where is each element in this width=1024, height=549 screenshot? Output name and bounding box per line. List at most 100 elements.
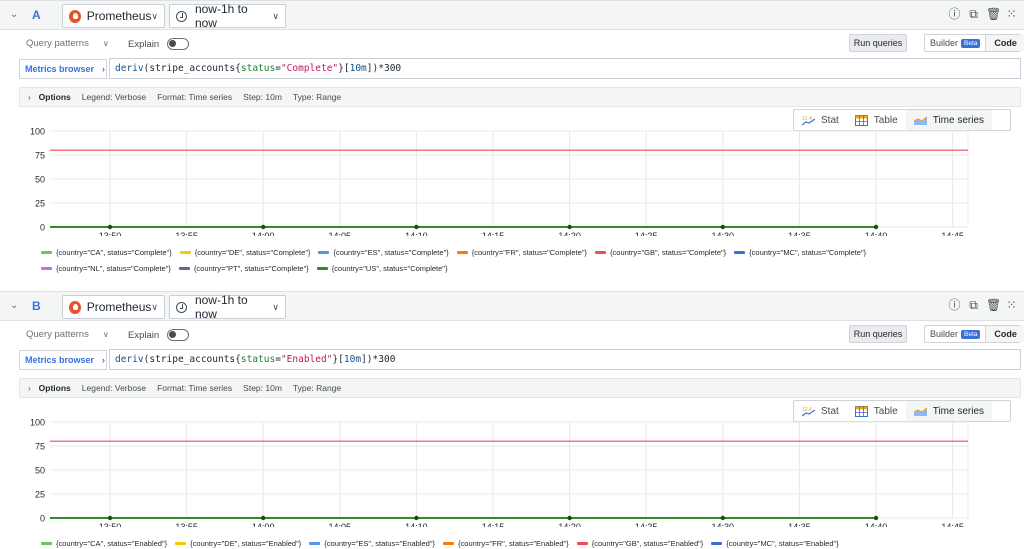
beta-badge: Beta xyxy=(961,329,981,339)
explain-toggle[interactable] xyxy=(167,38,190,50)
time-range-label: now-1h to now xyxy=(194,293,248,321)
duplicate-icon[interactable]: ⧉ xyxy=(967,8,980,21)
y-tick-label: 25 xyxy=(35,199,45,209)
stat-icon: 12.4 xyxy=(802,116,815,125)
y-tick-label: 100 xyxy=(30,418,45,428)
editor-mode-toggle: Builder Beta Code xyxy=(924,325,1024,343)
expr-range: 10m xyxy=(343,354,362,365)
legend-item[interactable]: {country="MC", status="Complete"} xyxy=(734,248,866,257)
query-patterns-dropdown[interactable]: Query patterns ∨ xyxy=(26,38,109,49)
query-ref-id[interactable]: A xyxy=(32,8,41,22)
code-mode-button[interactable]: Code xyxy=(985,35,1024,51)
x-tick-label: 13:55 xyxy=(175,231,198,236)
beta-badge: Beta xyxy=(961,38,981,48)
datasource-picker[interactable]: Prometheus ∨ xyxy=(62,295,165,319)
explain-switch[interactable]: Explain xyxy=(128,329,190,341)
x-tick-label: 13:55 xyxy=(175,522,198,527)
time-range-picker[interactable]: now-1h to now ∨ xyxy=(169,2,286,30)
legend-item[interactable]: {country="NL", status="Complete"} xyxy=(41,264,171,273)
duplicate-icon[interactable]: ⧉ xyxy=(967,299,980,312)
table-icon xyxy=(854,405,868,417)
legend-item[interactable]: {country="GB", status="Complete"} xyxy=(595,248,726,257)
y-tick-label: 25 xyxy=(35,490,45,500)
x-tick-label: 14:40 xyxy=(865,231,888,236)
editor-mode-toggle: Builder Beta Code xyxy=(924,34,1024,52)
legend-label: {country="GB", status="Enabled"} xyxy=(591,538,704,548)
option-legend: Legend: Verbose xyxy=(81,92,147,102)
query-options-bar[interactable]: › Options Legend: Verbose Format: Time seri… xyxy=(19,378,1021,398)
metrics-browser-label: Metrics browser xyxy=(25,355,95,365)
legend-item[interactable]: {country="FR", status="Complete"} xyxy=(456,248,587,257)
legend-item[interactable]: {country="MC", status="Enabled"} xyxy=(711,538,839,548)
drag-handle-icon[interactable]: ⁙ xyxy=(1005,299,1018,312)
help-icon[interactable]: ⓘ xyxy=(948,299,961,312)
legend-color-swatch xyxy=(178,266,190,270)
code-mode-button[interactable]: Code xyxy=(985,326,1024,342)
legend-item[interactable]: {country="ES", status="Complete"} xyxy=(318,248,449,257)
query-options-bar[interactable]: › Options Legend: Verbose Format: Time seri… xyxy=(19,87,1021,107)
datasource-picker[interactable]: Prometheus ∨ xyxy=(62,4,165,28)
collapse-chevron-icon[interactable]: ⌄ xyxy=(10,9,22,21)
expr-fn: deriv xyxy=(115,63,144,74)
svg-text:12.4: 12.4 xyxy=(802,407,812,413)
builder-label: Builder xyxy=(930,38,959,48)
legend-item[interactable]: {country="GB", status="Enabled"} xyxy=(576,538,704,548)
chevron-right-icon: › xyxy=(102,355,106,365)
query-ref-id[interactable]: B xyxy=(32,299,41,313)
legend-item[interactable]: {country="US", status="Complete"} xyxy=(316,264,447,273)
legend-color-swatch xyxy=(318,250,330,254)
chevron-down-icon: ∨ xyxy=(102,330,109,339)
expr-range: 10m xyxy=(349,63,367,74)
builder-mode-button[interactable]: Builder Beta xyxy=(925,35,985,51)
legend-item[interactable]: {country="CA", status="Complete"} xyxy=(41,248,172,257)
metrics-browser-button[interactable]: Metrics browser › xyxy=(19,59,107,79)
help-icon[interactable]: ⓘ xyxy=(948,8,961,21)
collapse-chevron-icon[interactable]: ⌄ xyxy=(10,300,22,312)
time-range-picker[interactable]: now-1h to now ∨ xyxy=(169,293,286,321)
chart-legend: {country="CA", status="Enabled"} {country… xyxy=(41,535,1021,549)
delete-icon[interactable]: 🗑 xyxy=(986,299,1001,312)
x-tick-label: 14:35 xyxy=(788,522,811,527)
data-point xyxy=(567,515,572,521)
legend-color-swatch xyxy=(175,541,187,545)
query-header: ⌄ B Prometheus ∨ now-1h to now ∨ ⓘ ⧉ 🗑 ⁙ xyxy=(0,291,1024,321)
legend-item[interactable]: {country="DE", status="Enabled"} xyxy=(175,539,301,548)
x-tick-label: 14:45 xyxy=(941,522,964,527)
legend-item[interactable]: {country="PT", status="Complete"} xyxy=(178,264,309,273)
legend-item[interactable]: {country="DE", status="Complete"} xyxy=(179,248,310,257)
run-queries-button[interactable]: Run queries xyxy=(849,325,907,343)
legend-row: {country="NL", status="Complete"} {countr… xyxy=(41,260,1021,276)
explain-switch[interactable]: Explain xyxy=(128,38,190,50)
legend-color-swatch xyxy=(576,541,588,545)
metrics-browser-button[interactable]: Metrics browser › xyxy=(19,350,107,370)
builder-mode-button[interactable]: Builder Beta xyxy=(925,326,985,342)
option-legend: Legend: Verbose xyxy=(81,383,147,393)
chevron-down-icon: ∨ xyxy=(102,39,109,48)
drag-handle-icon[interactable]: ⁙ xyxy=(1005,8,1018,21)
delete-icon[interactable]: 🗑 xyxy=(986,8,1001,21)
legend-row: {country="CA", status="Complete"} {countr… xyxy=(41,244,1021,260)
legend-label: {country="MC", status="Complete"} xyxy=(749,247,867,257)
legend-color-swatch xyxy=(41,250,52,254)
legend-color-swatch xyxy=(316,266,328,270)
explain-toggle[interactable] xyxy=(167,329,190,341)
legend-item[interactable]: {country="FR", status="Enabled"} xyxy=(443,539,569,548)
expr-value: "Enabled" xyxy=(280,354,333,365)
chevron-right-icon: › xyxy=(28,92,31,102)
expr-metric: stripe_accounts xyxy=(149,354,236,365)
option-type: Type: Range xyxy=(292,92,342,102)
chevron-down-icon: ∨ xyxy=(151,10,158,21)
legend-label: {country="MC", status="Enabled"} xyxy=(726,538,839,548)
query-expression-editor[interactable]: deriv(stripe_accounts{status="Complete"}… xyxy=(109,58,1021,79)
run-queries-button[interactable]: Run queries xyxy=(849,34,907,52)
x-tick-label: 14:05 xyxy=(329,231,352,236)
legend-label: {country="ES", status="Enabled"} xyxy=(324,538,436,548)
x-tick-label: 14:10 xyxy=(405,522,428,527)
legend-item[interactable]: {country="ES", status="Enabled"} xyxy=(309,539,435,548)
query-expression-editor[interactable]: deriv(stripe_accounts{status="Enabled"}[… xyxy=(109,349,1021,370)
time-series-icon xyxy=(913,407,927,416)
query-patterns-dropdown[interactable]: Query patterns ∨ xyxy=(26,329,109,340)
legend-item[interactable]: {country="CA", status="Enabled"} xyxy=(41,539,167,548)
legend-color-swatch xyxy=(734,250,746,254)
view-tab-label: Time series xyxy=(932,114,985,126)
